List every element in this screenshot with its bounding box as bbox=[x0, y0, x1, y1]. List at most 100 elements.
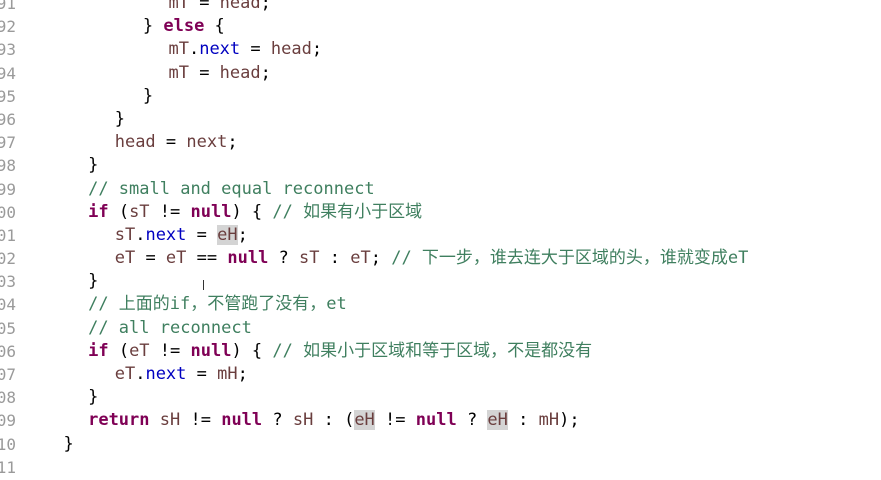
code-token: != bbox=[149, 201, 191, 222]
code-comment: // 下一步，谁去连大于区域的头，谁就变成eT bbox=[391, 248, 749, 269]
code-line[interactable]: 05 // all reconnect bbox=[0, 317, 881, 340]
code-line[interactable]: 98} bbox=[0, 154, 881, 177]
code-token: != bbox=[180, 410, 222, 431]
code-token: } bbox=[88, 155, 99, 176]
code-comment: // all reconnect bbox=[88, 317, 252, 338]
code-token: eT bbox=[114, 248, 136, 269]
code-token: = bbox=[188, 0, 220, 13]
code-token: next bbox=[199, 39, 241, 60]
line-number: 02 bbox=[0, 249, 16, 269]
line-number: 94 bbox=[0, 63, 16, 83]
line-number: 97 bbox=[0, 133, 16, 153]
code-token: = bbox=[186, 364, 218, 384]
code-token: sT bbox=[114, 224, 136, 245]
code-token: sT bbox=[299, 248, 320, 269]
code-comment: // small and equal reconnect bbox=[88, 178, 375, 199]
line-number: 04 bbox=[0, 295, 16, 315]
code-token: sT bbox=[129, 201, 150, 222]
code-token: ; bbox=[311, 39, 323, 60]
code-line[interactable]: 93 mT.next = head; bbox=[0, 38, 881, 61]
code-line[interactable]: 97 head = next; bbox=[0, 131, 881, 154]
code-token: mH bbox=[217, 364, 238, 384]
code-line[interactable]: 08} bbox=[0, 386, 881, 409]
code-text: mT.next = head; bbox=[168, 38, 322, 61]
code-token: null bbox=[190, 201, 232, 222]
code-token: } bbox=[142, 85, 154, 106]
mouse-cursor-icon bbox=[203, 280, 204, 290]
code-text: } bbox=[88, 154, 98, 177]
code-token: mT bbox=[168, 0, 189, 13]
code-token: } bbox=[63, 433, 74, 454]
code-token: } bbox=[88, 387, 99, 408]
code-token: { bbox=[204, 16, 225, 37]
code-token: ; bbox=[237, 364, 248, 384]
line-number: 01 bbox=[0, 225, 16, 245]
code-token: . bbox=[135, 224, 146, 245]
code-token: } bbox=[142, 16, 164, 37]
code-line[interactable]: 09 return sH != null ? sH : (eH != null ?… bbox=[0, 409, 881, 432]
line-number: 10 bbox=[0, 434, 16, 454]
code-line[interactable]: 94 mT = head; bbox=[0, 62, 881, 85]
line-number: 96 bbox=[0, 109, 16, 129]
code-token: next bbox=[145, 364, 187, 384]
highlighted-token: eH bbox=[217, 224, 238, 245]
code-line[interactable]: 10} bbox=[0, 433, 881, 456]
code-token: sH bbox=[159, 410, 181, 431]
code-token: eT bbox=[114, 364, 136, 384]
code-line[interactable]: 04 // 上面的if，不管跑了没有，et bbox=[0, 293, 881, 316]
code-line[interactable]: 06 if (eT != null) { // 如果小于区域和等于区域，不是都没有 bbox=[0, 340, 881, 363]
line-number: 09 bbox=[0, 411, 16, 431]
code-token: mT bbox=[168, 62, 189, 83]
code-comment: // 如果小于区域和等于区域，不是都没有 bbox=[272, 340, 593, 361]
code-token: ; bbox=[260, 0, 271, 13]
code-token: sH bbox=[292, 410, 314, 431]
code-line[interactable]: 99 // small and equal reconnect bbox=[0, 178, 881, 201]
code-token: != bbox=[374, 410, 416, 431]
code-line[interactable]: 11 bbox=[0, 456, 881, 479]
line-number: 11 bbox=[0, 457, 16, 477]
code-text: } bbox=[143, 85, 153, 108]
code-token: != bbox=[149, 340, 191, 361]
highlighted-token: eH bbox=[354, 410, 375, 431]
code-text: eT = eT == null ? sT : eT; // 下一步，谁去连大于区… bbox=[115, 247, 749, 270]
code-line[interactable]: 96} bbox=[0, 108, 881, 131]
code-token: . bbox=[188, 39, 200, 60]
code-text: // 上面的if，不管跑了没有，et bbox=[88, 293, 347, 316]
code-token: ? bbox=[262, 410, 293, 431]
code-text: sT.next = eH; bbox=[115, 224, 248, 247]
code-line[interactable]: 01 sT.next = eH; bbox=[0, 224, 881, 247]
line-number: 93 bbox=[0, 40, 16, 60]
code-token: mT bbox=[168, 39, 189, 60]
code-token: null bbox=[415, 410, 457, 431]
code-token: null bbox=[221, 410, 263, 431]
code-line[interactable]: 91 mT = head; bbox=[0, 0, 881, 15]
code-editor[interactable]: 91 mT = head; 92} else {93 mT.next = head; 9… bbox=[0, 0, 881, 479]
line-number: 98 bbox=[0, 156, 16, 176]
code-token: else bbox=[163, 16, 205, 37]
code-text: // all reconnect bbox=[88, 317, 252, 340]
code-token: ( bbox=[108, 201, 130, 222]
code-text: } bbox=[115, 108, 125, 131]
code-line[interactable]: 92} else { bbox=[0, 15, 881, 38]
code-token: null bbox=[227, 248, 269, 269]
code-line[interactable]: 07 eT.next = mH; bbox=[0, 363, 881, 386]
line-number: 03 bbox=[0, 272, 16, 292]
code-line[interactable]: 03} bbox=[0, 270, 881, 293]
code-line[interactable]: 02 eT = eT == null ? sT : eT; // 下一步，谁去连大… bbox=[0, 247, 881, 270]
code-token: ) { bbox=[231, 340, 273, 361]
code-token: : bbox=[319, 248, 351, 269]
code-line[interactable]: 95} bbox=[0, 85, 881, 108]
code-token: return bbox=[88, 410, 150, 431]
line-number: 92 bbox=[0, 17, 16, 37]
code-token: head bbox=[270, 39, 312, 60]
code-token: : ( bbox=[313, 410, 355, 431]
code-token: next bbox=[186, 132, 228, 153]
code-token: . bbox=[135, 364, 146, 384]
line-number: 95 bbox=[0, 86, 16, 106]
code-text: mT = head; bbox=[168, 0, 270, 15]
code-token: eT bbox=[350, 248, 371, 269]
code-line[interactable]: 00 if (sT != null) { // 如果有小于区域 bbox=[0, 201, 881, 224]
code-token: ); bbox=[559, 410, 580, 431]
code-token: ( bbox=[108, 340, 130, 361]
